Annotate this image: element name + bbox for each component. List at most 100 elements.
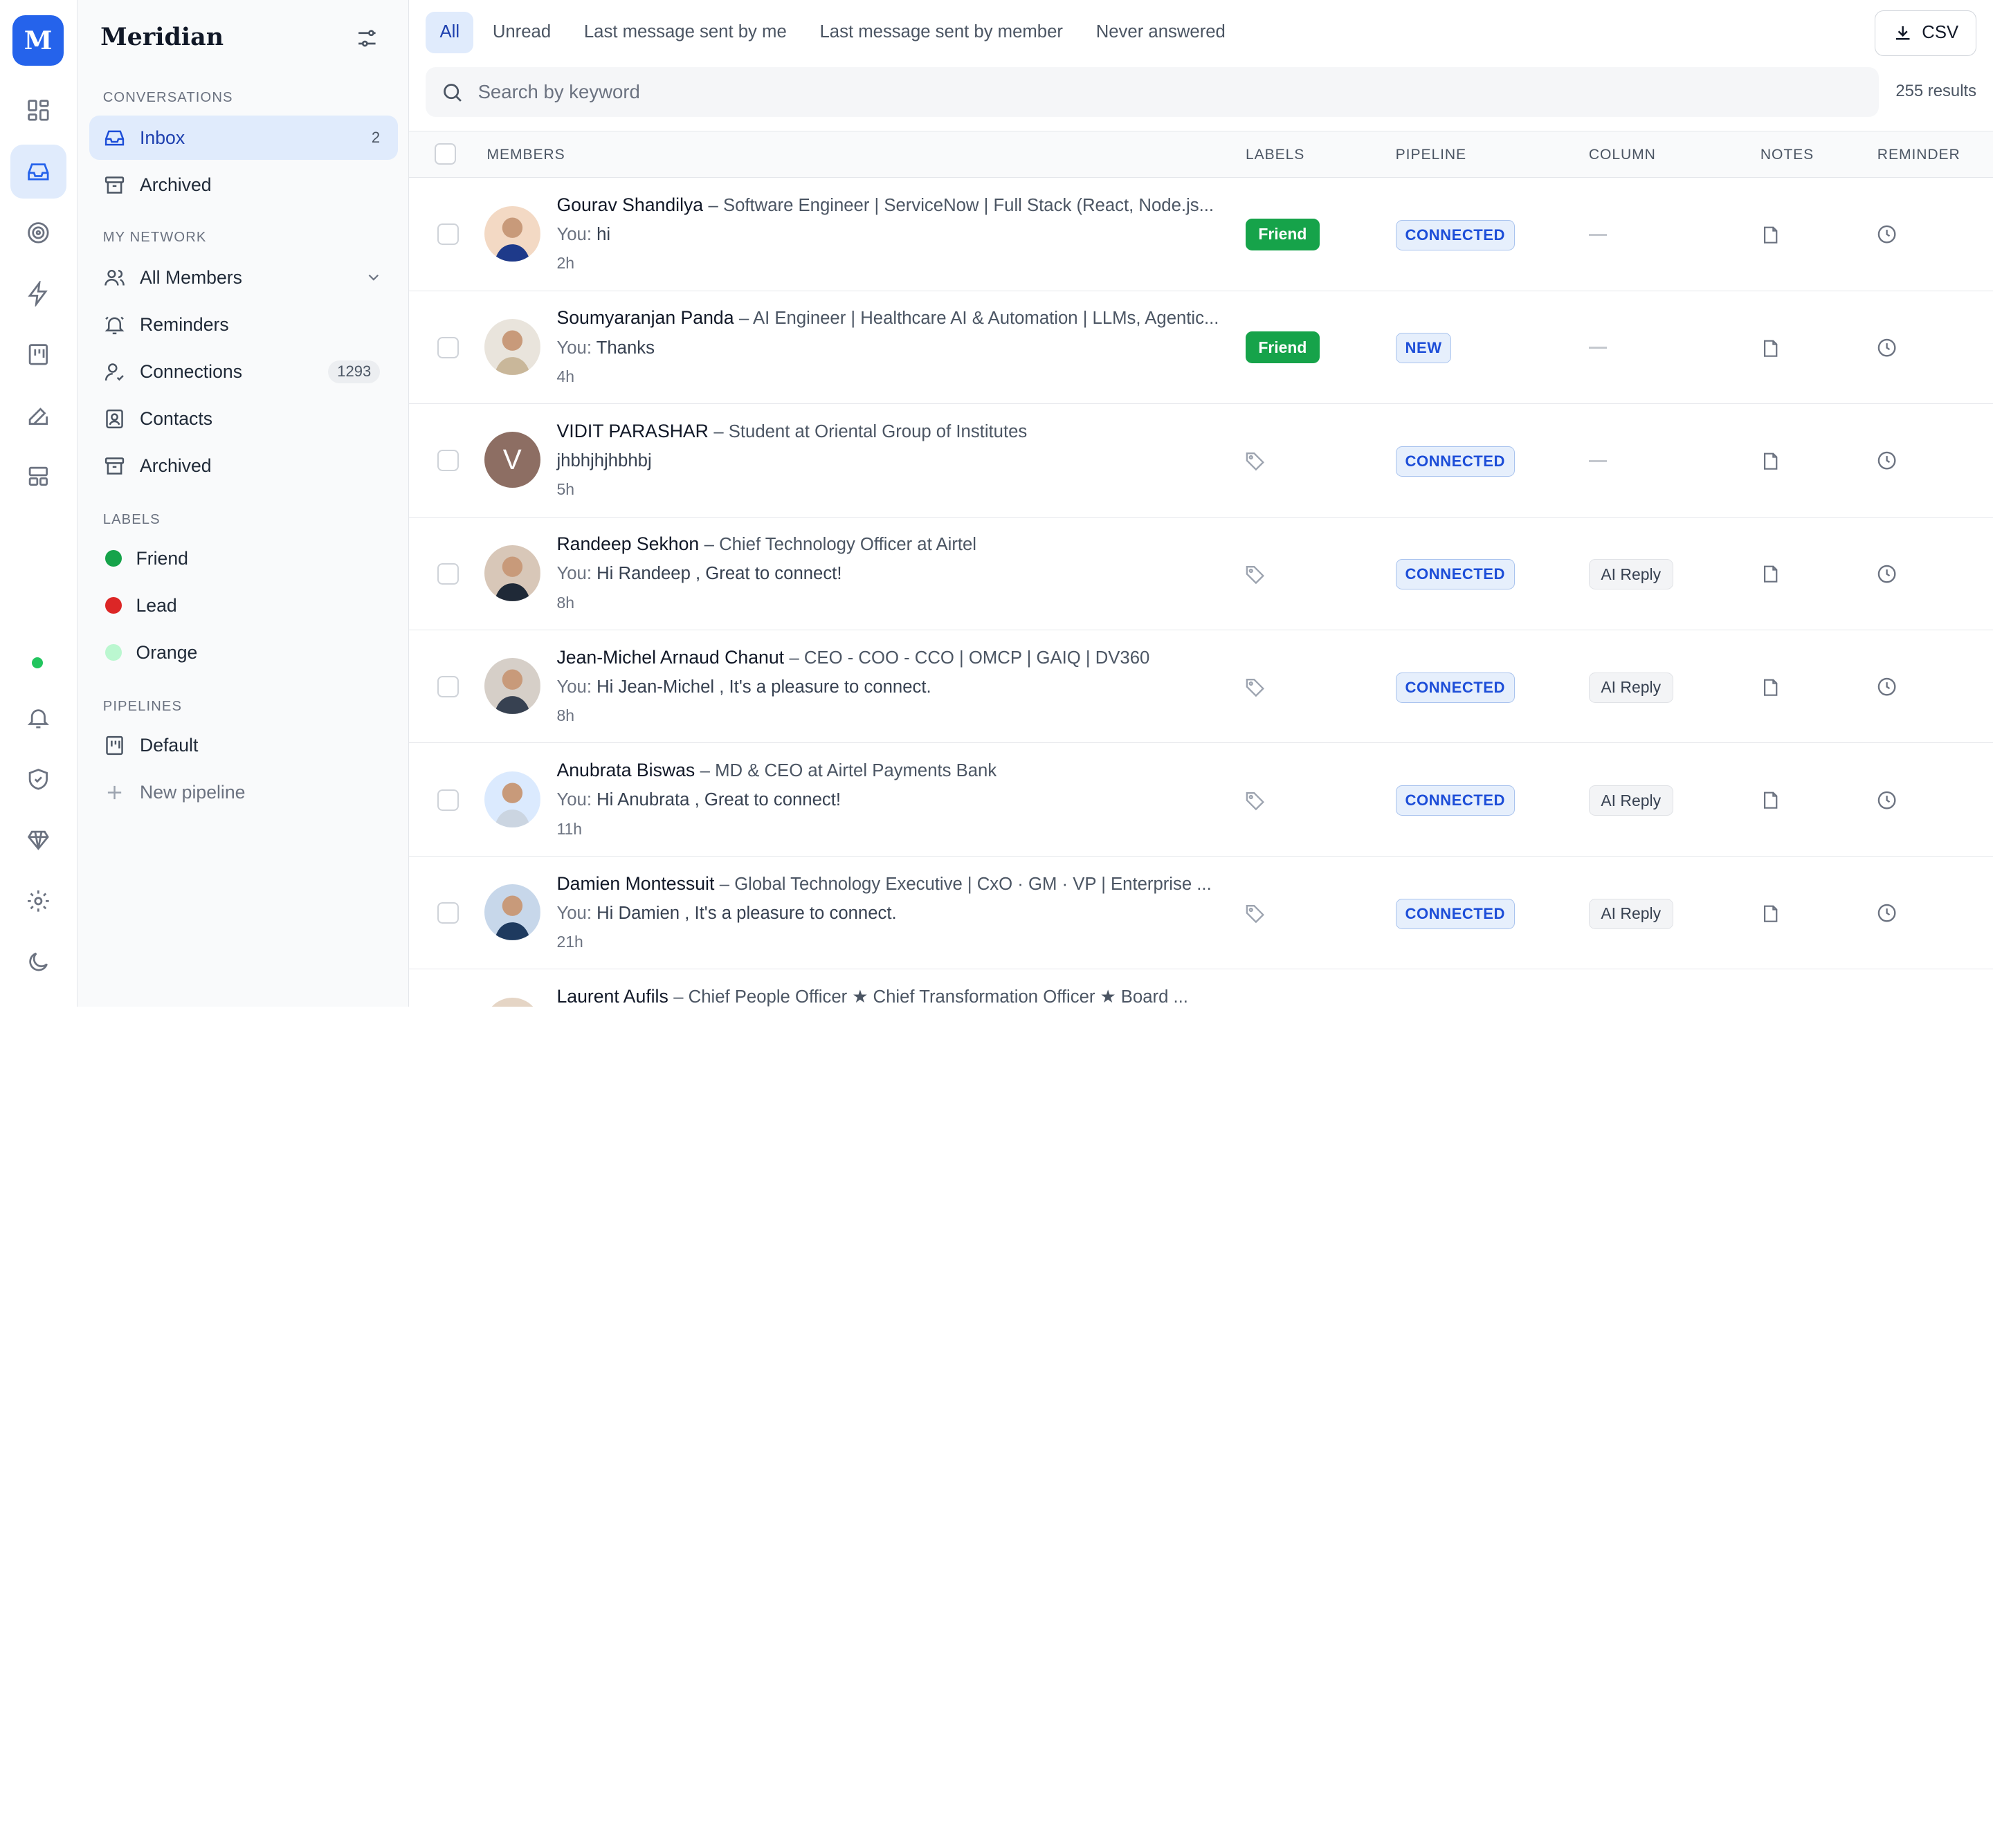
member-name[interactable]: Soumyaranjan Panda: [556, 307, 734, 328]
bell-icon[interactable]: [10, 691, 66, 744]
table-row[interactable]: Jean-Michel Arnaud Chanut – CEO - COO - …: [409, 630, 1993, 744]
col-notes[interactable]: NOTES: [1760, 147, 1814, 163]
table-row[interactable]: Anubrata Biswas – MD & CEO at Airtel Pay…: [409, 743, 1993, 857]
table-row[interactable]: Laurent Aufils – Chief People Officer ★ …: [409, 969, 1993, 1007]
row-checkbox[interactable]: [437, 902, 459, 924]
table-row[interactable]: Randeep Sekhon – Chief Technology Office…: [409, 517, 1993, 630]
dashboard-icon[interactable]: [10, 84, 66, 137]
pipeline-badge[interactable]: CONNECTED: [1395, 672, 1515, 703]
col-column[interactable]: COLUMN: [1589, 147, 1656, 163]
tag-icon[interactable]: [1244, 676, 1266, 697]
note-icon[interactable]: [1760, 564, 1781, 584]
label-badge[interactable]: Friend: [1245, 218, 1320, 250]
avatar[interactable]: [484, 997, 540, 1007]
chevron-down-icon[interactable]: [365, 268, 383, 286]
avatar[interactable]: [484, 545, 540, 601]
member-headline[interactable]: Randeep Sekhon – Chief Technology Office…: [556, 533, 1230, 555]
pipeline-badge[interactable]: CONNECTED: [1395, 785, 1515, 816]
table-row[interactable]: Soumyaranjan Panda – AI Engineer | Healt…: [409, 291, 1993, 405]
note-icon[interactable]: [1760, 677, 1781, 697]
tag-icon[interactable]: [1244, 789, 1266, 811]
diamond-icon[interactable]: [10, 813, 66, 866]
note-icon[interactable]: [1760, 225, 1781, 245]
sidebar-item-pipeline-default[interactable]: Default: [89, 723, 398, 767]
column-badge[interactable]: AI Reply: [1588, 898, 1673, 929]
row-checkbox[interactable]: [437, 223, 459, 246]
sidebar-item-contacts[interactable]: Contacts: [89, 396, 398, 441]
avatar[interactable]: [484, 205, 540, 262]
kanban-icon[interactable]: [10, 328, 66, 381]
table-row[interactable]: Gourav Shandilya – Software Engineer | S…: [409, 178, 1993, 291]
tab-all[interactable]: All: [426, 11, 474, 54]
tab-never-answered[interactable]: Never answered: [1082, 12, 1240, 54]
column-badge[interactable]: AI Reply: [1588, 672, 1673, 703]
column-badge[interactable]: AI Reply: [1588, 785, 1673, 816]
bolt-icon[interactable]: [10, 267, 66, 320]
export-csv-button[interactable]: CSV: [1875, 10, 1977, 56]
col-pipeline[interactable]: PIPELINE: [1396, 147, 1466, 163]
clock-icon[interactable]: [1876, 789, 1898, 811]
moon-icon[interactable]: [10, 935, 66, 989]
row-checkbox[interactable]: [437, 562, 459, 585]
member-name[interactable]: Anubrata Biswas: [556, 760, 695, 780]
clock-icon[interactable]: [1876, 902, 1898, 924]
avatar[interactable]: [484, 319, 540, 375]
note-icon[interactable]: [1760, 451, 1781, 471]
member-headline[interactable]: Laurent Aufils – Chief People Officer ★ …: [556, 986, 1230, 1006]
member-headline[interactable]: Jean-Michel Arnaud Chanut – CEO - COO - …: [556, 647, 1230, 668]
member-name[interactable]: Jean-Michel Arnaud Chanut: [556, 647, 784, 668]
sidebar-item-connections[interactable]: Connections 1293: [89, 349, 398, 394]
pipeline-badge[interactable]: CONNECTED: [1395, 559, 1515, 590]
app-logo[interactable]: M: [12, 15, 64, 66]
pipeline-badge[interactable]: NEW: [1395, 333, 1452, 364]
clock-icon[interactable]: [1876, 563, 1898, 585]
col-members[interactable]: MEMBERS: [486, 147, 565, 163]
tab-last-sent-by-me[interactable]: Last message sent by me: [570, 12, 801, 54]
member-name[interactable]: Damien Montessuit: [556, 873, 714, 894]
member-headline[interactable]: Soumyaranjan Panda – AI Engineer | Healt…: [556, 307, 1230, 329]
note-icon[interactable]: [1760, 904, 1781, 924]
clock-icon[interactable]: [1876, 337, 1898, 358]
tag-icon[interactable]: [1244, 450, 1266, 471]
pipeline-badge[interactable]: CONNECTED: [1395, 446, 1515, 477]
member-headline[interactable]: Damien Montessuit – Global Technology Ex…: [556, 873, 1230, 895]
col-reminder[interactable]: REMINDER: [1877, 147, 1960, 163]
note-icon[interactable]: [1760, 338, 1781, 358]
member-name[interactable]: VIDIT PARASHAR: [556, 421, 708, 441]
member-name[interactable]: Laurent Aufils: [556, 986, 668, 1006]
tab-last-sent-by-member[interactable]: Last message sent by member: [806, 12, 1077, 54]
avatar[interactable]: [484, 884, 540, 941]
sidebar-item-label-orange[interactable]: Orange: [89, 630, 398, 675]
member-headline[interactable]: Anubrata Biswas – MD & CEO at Airtel Pay…: [556, 760, 1230, 781]
filter-settings-icon[interactable]: [354, 26, 380, 51]
member-headline[interactable]: Gourav Shandilya – Software Engineer | S…: [556, 194, 1230, 216]
pipeline-badge[interactable]: CONNECTED: [1395, 898, 1515, 929]
avatar[interactable]: [484, 658, 540, 715]
col-labels[interactable]: LABELS: [1246, 147, 1304, 163]
clock-icon[interactable]: [1876, 676, 1898, 697]
avatar[interactable]: [484, 771, 540, 827]
clock-icon[interactable]: [1876, 223, 1898, 245]
sidebar-item-archived-conversations[interactable]: Archived: [89, 163, 398, 207]
sidebar-item-label-friend[interactable]: Friend: [89, 536, 398, 580]
sidebar-item-archived-network[interactable]: Archived: [89, 443, 398, 488]
member-name[interactable]: Gourav Shandilya: [556, 194, 703, 215]
member-headline[interactable]: VIDIT PARASHAR – Student at Oriental Gro…: [556, 421, 1230, 442]
tag-icon[interactable]: [1244, 563, 1266, 585]
column-badge[interactable]: AI Reply: [1588, 559, 1673, 590]
tab-unread[interactable]: Unread: [479, 12, 565, 54]
row-checkbox[interactable]: [437, 336, 459, 358]
new-pipeline-button[interactable]: New pipeline: [89, 770, 398, 814]
select-all-checkbox[interactable]: [435, 143, 457, 165]
row-checkbox[interactable]: [437, 450, 459, 472]
gear-icon[interactable]: [10, 875, 66, 928]
member-name[interactable]: Randeep Sekhon: [556, 533, 699, 554]
edit-icon[interactable]: [10, 389, 66, 442]
target-icon[interactable]: [10, 206, 66, 259]
sidebar-item-label-lead[interactable]: Lead: [89, 583, 398, 628]
row-checkbox[interactable]: [437, 676, 459, 698]
tag-icon[interactable]: [1244, 902, 1266, 924]
sidebar-item-inbox[interactable]: Inbox 2: [89, 116, 398, 161]
search-input[interactable]: [477, 81, 1749, 104]
row-checkbox[interactable]: [437, 789, 459, 811]
